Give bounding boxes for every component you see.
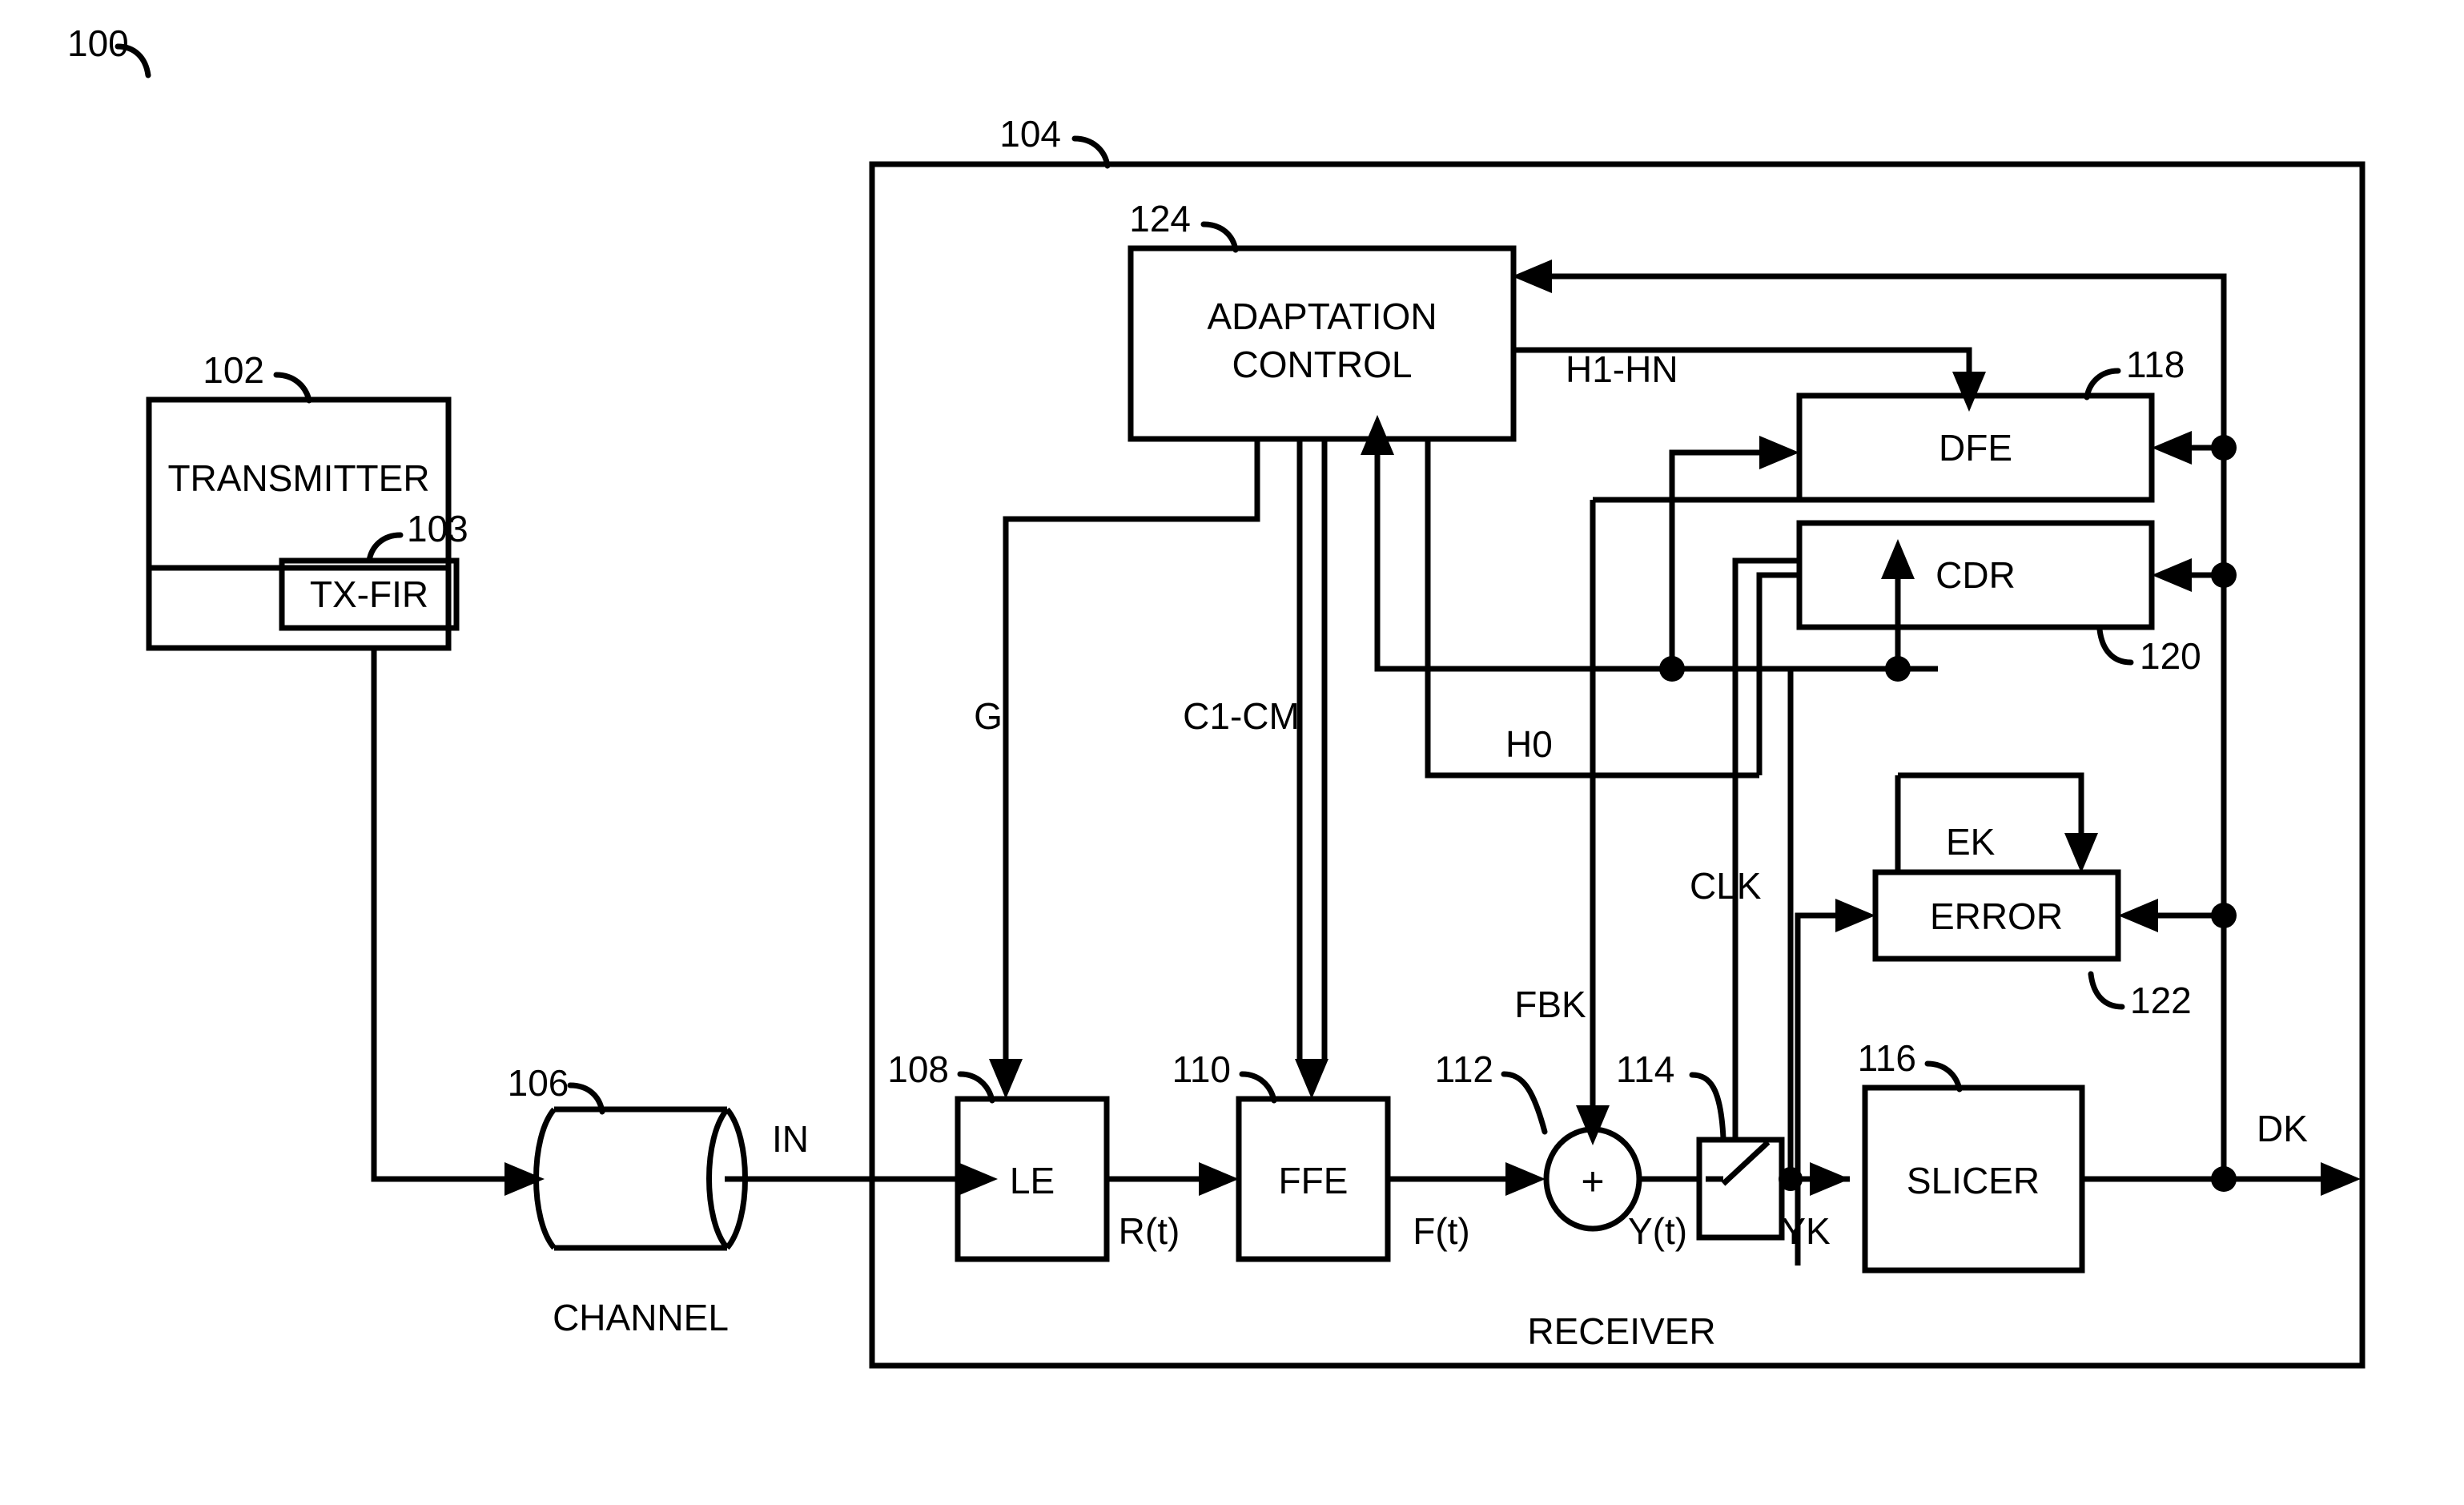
summer-ref-label: 112 <box>1435 1048 1493 1090</box>
signal-yt-label: Y(t) <box>1628 1210 1687 1252</box>
signal-h0-label: H0 <box>1505 723 1553 765</box>
dfe-ref-label: 118 <box>2126 344 2185 385</box>
dfe-label: DFE <box>1939 427 2012 469</box>
error-label: ERROR <box>1930 895 2063 937</box>
arrowhead-error-in-right <box>2118 899 2158 932</box>
signal-h1hn-label: H1-HN <box>1566 348 1678 390</box>
channel-ref-106: 106 <box>508 1062 605 1115</box>
arrowhead-dfe-in-left <box>1759 436 1799 469</box>
cdr-ref-120: 120 <box>2096 626 2201 677</box>
signal-c1cm-label: C1-CM <box>1183 695 1300 737</box>
switch-box <box>1696 1137 1785 1241</box>
channel-cylinder <box>533 1106 748 1251</box>
transmitter-ref-label: 102 <box>203 349 264 391</box>
error-ref-label: 122 <box>2130 980 2192 1021</box>
arrowhead-dk-out <box>2321 1162 2361 1196</box>
cdr-label: CDR <box>1935 554 2016 596</box>
receiver-label: RECEIVER <box>1527 1310 1715 1352</box>
signal-rt-label: R(t) <box>1119 1210 1180 1252</box>
error-ref-122: 122 <box>2088 971 2192 1021</box>
le-ref-108: 108 <box>887 1048 995 1104</box>
slicer-ref-label: 116 <box>1858 1037 1916 1079</box>
switch-ref-label: 114 <box>1616 1048 1674 1090</box>
transmitter-ref-102: 102 <box>203 349 312 404</box>
tx-fir-ref-103: 103 <box>366 508 468 564</box>
cdr-ref-label: 120 <box>2140 635 2201 677</box>
wire-g <box>1003 439 1260 1059</box>
arrowhead-cdr-in-right <box>2152 558 2192 592</box>
arrowhead-dfe-in-top <box>1952 372 1986 412</box>
signal-yk-label: YK <box>1781 1210 1831 1252</box>
signal-ek-label: EK <box>1946 821 1996 863</box>
dfe-ref-118: 118 <box>2084 344 2185 400</box>
transmitter-label: TRANSMITTER <box>167 457 429 499</box>
ffe-ref-label: 110 <box>1172 1048 1231 1090</box>
arrowhead-le-in <box>958 1162 998 1196</box>
signal-in-label: IN <box>772 1118 809 1160</box>
adaptation-control-label-2: CONTROL <box>1232 344 1413 385</box>
arrowhead-cdr-in-bottom <box>1881 539 1915 579</box>
adaptation-control-label-1: ADAPTATION <box>1207 296 1437 337</box>
figure-canvas: 100 TRANSMITTER 102 TX-FIR 103 CHANNEL 1… <box>0 0 2464 1505</box>
figure-ref-100-label: 100 <box>67 22 129 64</box>
arrowhead-ffe-in <box>1199 1162 1239 1196</box>
arrowhead-adaptation-control-in <box>1512 260 1552 293</box>
signal-clk-label: CLK <box>1690 865 1762 907</box>
ffe-ref-110: 110 <box>1172 1048 1277 1104</box>
summer-plus-label: + <box>1581 1159 1604 1204</box>
arrowhead-summer-in <box>1505 1162 1546 1196</box>
figure-ref-100: 100 <box>67 22 151 78</box>
channel-ref-label: 106 <box>508 1062 569 1104</box>
slicer-label: SLICER <box>1907 1160 2040 1201</box>
arrowhead-slicer-in <box>1810 1162 1850 1196</box>
channel-label: CHANNEL <box>553 1297 729 1338</box>
arrowhead-le-in-top <box>989 1059 1023 1099</box>
receiver-ref-label: 104 <box>999 113 1061 155</box>
adaptation-control-ref-label: 124 <box>1129 198 1191 239</box>
tx-fir-ref-label: 103 <box>407 508 468 549</box>
le-label: LE <box>1010 1160 1055 1201</box>
summer-ref-112: 112 <box>1435 1048 1548 1135</box>
arrowhead-error-in-top <box>2064 833 2098 873</box>
slicer-ref-116: 116 <box>1858 1037 1963 1093</box>
arrowhead-dfe-in-right <box>2152 431 2192 465</box>
wire-h0-return <box>1374 455 1672 672</box>
receiver-ref-104: 104 <box>999 113 1111 169</box>
arrowhead-error-in-left <box>1835 899 1875 932</box>
adaptation-control-ref-124: 124 <box>1129 198 1239 253</box>
signal-ft-label: F(t) <box>1413 1210 1470 1252</box>
arrowhead-ffe-in-top <box>1295 1059 1328 1099</box>
switch-ref-114: 114 <box>1616 1048 1726 1141</box>
signal-g-label: G <box>974 695 1003 737</box>
arrowhead-adaptation-control-in-bottom <box>1361 415 1394 455</box>
signal-fbk-label: FBK <box>1514 984 1586 1025</box>
signal-dk-label: DK <box>2257 1108 2308 1149</box>
arrowhead-summer-in-top <box>1576 1105 1610 1145</box>
le-ref-label: 108 <box>887 1048 949 1090</box>
ffe-label: FFE <box>1279 1160 1349 1201</box>
tx-fir-label: TX-FIR <box>310 573 428 615</box>
wire-tx-to-channel <box>371 648 504 1182</box>
